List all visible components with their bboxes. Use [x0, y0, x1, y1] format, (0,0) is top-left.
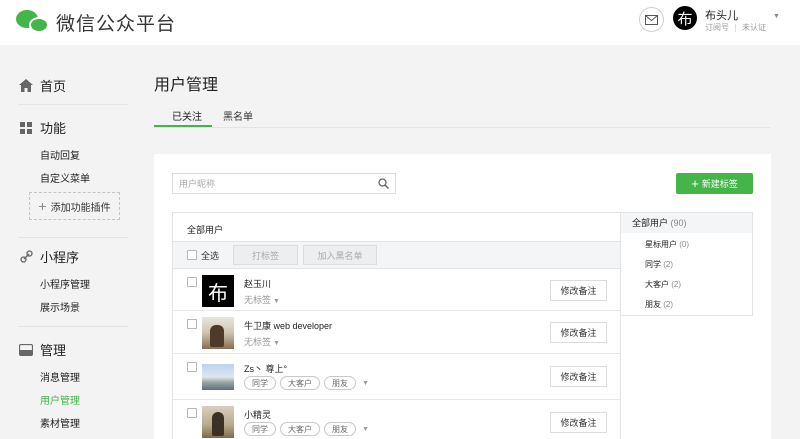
sidebar-item-label: 首页: [40, 79, 67, 94]
user-avatar[interactable]: [202, 317, 234, 349]
divider: [18, 104, 128, 105]
group-item-starred[interactable]: 星标用户 (0): [645, 239, 689, 250]
sidebar-item-label: 功能: [40, 121, 67, 136]
tag-pill[interactable]: 大客户: [280, 422, 320, 436]
user-tags: 同学 大客户 朋友 ▼: [244, 422, 369, 436]
user-name: 牛卫康 web developer: [244, 321, 333, 331]
list-heading: 全部用户: [187, 225, 224, 235]
select-all-checkbox[interactable]: [187, 250, 197, 260]
sidebar-item-custom-menu[interactable]: 自定义菜单: [40, 170, 90, 185]
edit-remark-button[interactable]: 修改备注: [550, 412, 607, 433]
account-type: 订阅号: [705, 23, 729, 32]
row-checkbox[interactable]: [187, 408, 197, 418]
tag-dropdown[interactable]: 无标签 ▼: [244, 293, 280, 306]
user-tags: 同学 大客户 朋友 ▼: [244, 376, 369, 390]
blacklist-button[interactable]: 加入黑名单: [303, 245, 377, 265]
message-button[interactable]: [639, 7, 664, 32]
chevron-down-icon[interactable]: ▼: [362, 380, 369, 387]
sidebar-item-display-scene[interactable]: 展示场景: [40, 299, 80, 314]
search-box: [172, 173, 396, 194]
edit-remark-button[interactable]: 修改备注: [550, 322, 607, 343]
user-avatar[interactable]: 布: [202, 275, 234, 307]
plus-icon: +: [38, 198, 47, 214]
search-input[interactable]: [179, 174, 369, 193]
table-row[interactable]: 布 赵玉川 无标签 ▼ 修改备注: [173, 269, 620, 311]
user-name: 赵玉川: [244, 279, 272, 289]
sidebar-item-home[interactable]: 首页: [18, 76, 66, 95]
user-avatar[interactable]: [202, 406, 234, 438]
top-header: 微信公众平台 布 布头儿 订阅号 未认证 ▼: [0, 0, 800, 45]
app-title: 微信公众平台: [56, 13, 177, 35]
account-name[interactable]: 布头儿: [705, 7, 738, 23]
account-avatar[interactable]: 布: [673, 6, 697, 30]
tag-button[interactable]: 打标签: [233, 245, 298, 265]
tag-dropdown[interactable]: 无标签 ▼: [244, 335, 280, 348]
account-verify-status: 未认证: [742, 23, 766, 32]
edit-remark-button[interactable]: 修改备注: [550, 366, 607, 387]
user-name: 小精灵: [244, 410, 272, 420]
row-checkbox[interactable]: [187, 277, 197, 287]
sidebar-section-mini-program[interactable]: 小程序: [18, 247, 79, 266]
grid-icon: [18, 121, 34, 135]
row-checkbox[interactable]: [187, 362, 197, 372]
divider: [18, 237, 128, 238]
link-icon: [18, 250, 34, 264]
table-row[interactable]: 小精灵 同学 大客户 朋友 ▼ 修改备注: [173, 400, 620, 439]
chevron-down-icon: ▼: [273, 298, 280, 305]
group-panel: 全部用户 (90) 星标用户 (0) 同学 (2) 大客户 (2) 朋友 (2): [621, 212, 753, 316]
page-title: 用户管理: [154, 77, 219, 94]
group-item-all[interactable]: 全部用户 (90): [621, 213, 752, 233]
user-name: Zs丶 尊上°: [244, 364, 288, 374]
account-meta: 订阅号 未认证: [705, 22, 766, 33]
wechat-logo-icon: [16, 8, 50, 36]
tag-pill[interactable]: 朋友: [324, 376, 356, 390]
chevron-down-icon[interactable]: ▼: [773, 13, 780, 20]
tag-pill[interactable]: 朋友: [324, 422, 356, 436]
sidebar-item-users[interactable]: 用户管理: [40, 392, 80, 407]
sidebar-item-messages[interactable]: 消息管理: [40, 369, 80, 384]
chevron-down-icon: ▼: [273, 340, 280, 347]
sidebar-item-materials[interactable]: 素材管理: [40, 415, 80, 430]
user-list: 全部用户 全选 打标签 加入黑名单 布 赵玉川 无标签 ▼ 修改备注 牛卫康 we…: [172, 212, 621, 439]
sidebar: 首页 功能 自动回复 自定义菜单 + 添加功能插件 小程序 小程序管理 展示场景…: [0, 45, 140, 439]
row-checkbox[interactable]: [187, 319, 197, 329]
wechat-logo[interactable]: 微信公众平台: [16, 8, 176, 36]
tag-pill[interactable]: 大客户: [280, 376, 320, 390]
sidebar-section-features[interactable]: 功能: [18, 118, 66, 137]
tab-followed[interactable]: 已关注: [172, 108, 202, 123]
tab-blacklist[interactable]: 黑名单: [223, 108, 253, 123]
chevron-down-icon[interactable]: ▼: [362, 426, 369, 433]
sidebar-item-label: 管理: [40, 343, 67, 358]
sidebar-item-auto-reply[interactable]: 自动回复: [40, 147, 80, 162]
list-toolbar: 全选 打标签 加入黑名单: [173, 241, 620, 269]
tag-pill[interactable]: 同学: [244, 376, 276, 390]
tag-pill[interactable]: 同学: [244, 422, 276, 436]
active-tab-indicator: [154, 125, 212, 127]
new-tag-button[interactable]: + 新建标签: [676, 173, 753, 194]
tab-bar: 已关注 黑名单: [154, 98, 770, 128]
table-row[interactable]: 牛卫康 web developer 无标签 ▼ 修改备注: [173, 311, 620, 354]
sidebar-item-mini-program-manage[interactable]: 小程序管理: [40, 276, 90, 291]
user-avatar[interactable]: [202, 364, 234, 390]
select-all-label[interactable]: 全选: [201, 249, 219, 262]
group-item-key-clients[interactable]: 大客户 (2): [645, 279, 681, 290]
search-icon[interactable]: [378, 178, 389, 189]
plus-icon: +: [691, 176, 699, 191]
group-item-classmates[interactable]: 同学 (2): [645, 259, 673, 270]
sidebar-item-label: 小程序: [40, 250, 80, 265]
edit-remark-button[interactable]: 修改备注: [550, 280, 607, 301]
mail-icon: [645, 14, 658, 25]
group-item-friends[interactable]: 朋友 (2): [645, 299, 673, 310]
sidebar-section-manage[interactable]: 管理: [18, 340, 66, 359]
divider: [18, 326, 128, 327]
home-icon: [18, 79, 34, 93]
inbox-icon: [18, 343, 34, 357]
table-row[interactable]: Zs丶 尊上° 同学 大客户 朋友 ▼ 修改备注: [173, 354, 620, 400]
add-plugin-button[interactable]: + 添加功能插件: [29, 192, 120, 220]
